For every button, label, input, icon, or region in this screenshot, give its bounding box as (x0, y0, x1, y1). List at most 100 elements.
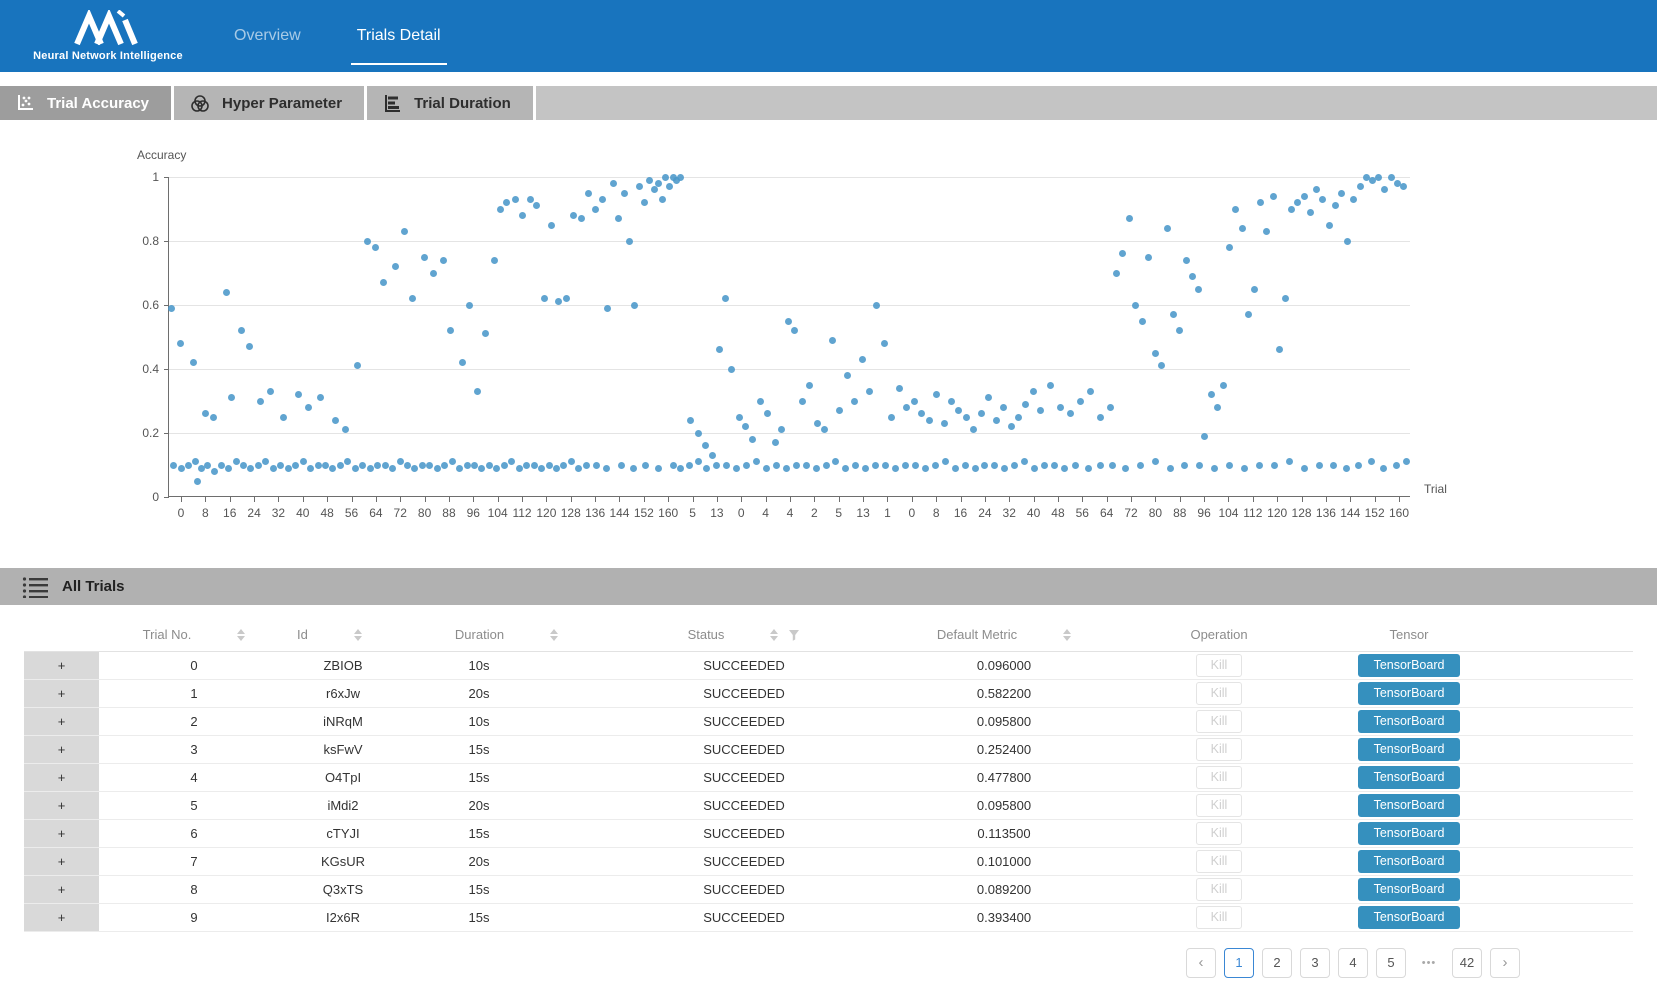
expand-row-button[interactable]: + (24, 819, 99, 847)
tensorboard-button[interactable]: TensorBoard (1358, 710, 1460, 733)
scatter-point (702, 442, 709, 449)
sort-status-icon[interactable] (770, 629, 778, 641)
kill-button[interactable]: Kill (1196, 850, 1242, 873)
expand-row-button[interactable]: + (24, 707, 99, 735)
tensorboard-button[interactable]: TensorBoard (1358, 906, 1460, 929)
scatter-plot-area[interactable]: 10.80.60.40.2008162432404856647280889610… (168, 177, 1410, 497)
default-metric-cell: 0.252400 (864, 735, 1144, 763)
page-button-42[interactable]: 42 (1452, 948, 1482, 978)
tensorboard-button[interactable]: TensorBoard (1358, 878, 1460, 901)
scatter-point (404, 462, 411, 469)
page-button-2[interactable]: 2 (1262, 948, 1292, 978)
x-tick (1058, 496, 1059, 502)
page-button-1[interactable]: 1 (1224, 948, 1254, 978)
kill-button[interactable]: Kill (1196, 878, 1242, 901)
filter-funnel-icon[interactable] (788, 629, 800, 641)
kill-button[interactable]: Kill (1196, 654, 1242, 677)
scatter-point (531, 462, 538, 469)
scatter-point (210, 414, 217, 421)
scatter-point (832, 458, 839, 465)
scatter-point (1170, 311, 1177, 318)
scatter-point (305, 404, 312, 411)
sort-trial-no-icon[interactable] (237, 629, 245, 641)
tensorboard-button[interactable]: TensorBoard (1358, 850, 1460, 873)
y-tick (164, 433, 169, 434)
trials-table: Trial No. Id Duration Status Defa (24, 619, 1633, 932)
status-badge: SUCCEEDED (624, 651, 864, 679)
scatter-point (642, 462, 649, 469)
kill-button[interactable]: Kill (1196, 710, 1242, 733)
scatter-point (270, 465, 277, 472)
scatter-point (749, 436, 756, 443)
tensorboard-button[interactable]: TensorBoard (1358, 682, 1460, 705)
scatter-point (1021, 458, 1028, 465)
expand-row-button[interactable]: + (24, 763, 99, 791)
next-page-button[interactable]: › (1490, 948, 1520, 978)
scatter-point (527, 196, 534, 203)
x-tick-label: 4 (762, 506, 769, 520)
subtab-trial-accuracy[interactable]: Trial Accuracy (0, 86, 174, 120)
x-tick (1107, 496, 1108, 502)
kill-button[interactable]: Kill (1196, 794, 1242, 817)
expand-row-button[interactable]: + (24, 875, 99, 903)
tensorboard-button[interactable]: TensorBoard (1358, 738, 1460, 761)
scatter-point (1286, 458, 1293, 465)
prev-page-button[interactable]: ‹ (1186, 948, 1216, 978)
scatter-point (941, 420, 948, 427)
sort-id-icon[interactable] (354, 629, 362, 641)
scatter-point (583, 462, 590, 469)
scatter-point (852, 462, 859, 469)
page-button-3[interactable]: 3 (1300, 948, 1330, 978)
scatter-point (630, 465, 637, 472)
scatter-point (829, 337, 836, 344)
expand-row-button[interactable]: + (24, 847, 99, 875)
expand-row-button[interactable]: + (24, 791, 99, 819)
kill-button[interactable]: Kill (1196, 822, 1242, 845)
scatter-point (1350, 196, 1357, 203)
expand-row-button[interactable]: + (24, 903, 99, 931)
tab-trials-detail[interactable]: Trials Detail (357, 0, 441, 72)
default-metric-cell: 0.477800 (864, 763, 1144, 791)
x-tick-label: 64 (369, 506, 382, 520)
scatter-point (1167, 465, 1174, 472)
gridline (169, 305, 1410, 306)
active-tab-underline (351, 63, 447, 65)
y-tick-label: 0.8 (119, 234, 159, 248)
scatter-point (764, 410, 771, 417)
tensorboard-button[interactable]: TensorBoard (1358, 766, 1460, 789)
page-button-5[interactable]: 5 (1376, 948, 1406, 978)
scatter-point (1226, 462, 1233, 469)
kill-button[interactable]: Kill (1196, 738, 1242, 761)
trial-row: + 1 r6xJw 20s SUCCEEDED 0.582200 Kill Te… (24, 679, 1633, 707)
sort-duration-icon[interactable] (550, 629, 558, 641)
expand-row-button[interactable]: + (24, 651, 99, 679)
subtab-hyper-parameter[interactable]: Hyper Parameter (174, 86, 367, 120)
page-button-4[interactable]: 4 (1338, 948, 1368, 978)
subtab-trial-duration[interactable]: Trial Duration (367, 86, 536, 120)
scatter-point (168, 305, 175, 312)
tab-overview[interactable]: Overview (234, 0, 301, 72)
kill-button[interactable]: Kill (1196, 766, 1242, 789)
kill-button[interactable]: Kill (1196, 682, 1242, 705)
kill-button[interactable]: Kill (1196, 906, 1242, 929)
scatter-point (1011, 462, 1018, 469)
scatter-point (866, 388, 873, 395)
scatter-point (277, 462, 284, 469)
scatter-point (1137, 462, 1144, 469)
x-tick-label: 72 (1124, 506, 1137, 520)
sort-metric-icon[interactable] (1063, 629, 1071, 641)
scatter-point (1164, 225, 1171, 232)
expand-row-button[interactable]: + (24, 735, 99, 763)
scatter-point (1257, 199, 1264, 206)
scatter-point (255, 462, 262, 469)
scatter-point (367, 465, 374, 472)
scatter-point (501, 462, 508, 469)
scatter-point (177, 340, 184, 347)
scatter-point (1282, 295, 1289, 302)
tensorboard-button[interactable]: TensorBoard (1358, 822, 1460, 845)
tensorboard-button[interactable]: TensorBoard (1358, 654, 1460, 677)
tensorboard-button[interactable]: TensorBoard (1358, 794, 1460, 817)
x-tick (303, 496, 304, 502)
x-tick-label: 120 (1267, 506, 1287, 520)
expand-row-button[interactable]: + (24, 679, 99, 707)
